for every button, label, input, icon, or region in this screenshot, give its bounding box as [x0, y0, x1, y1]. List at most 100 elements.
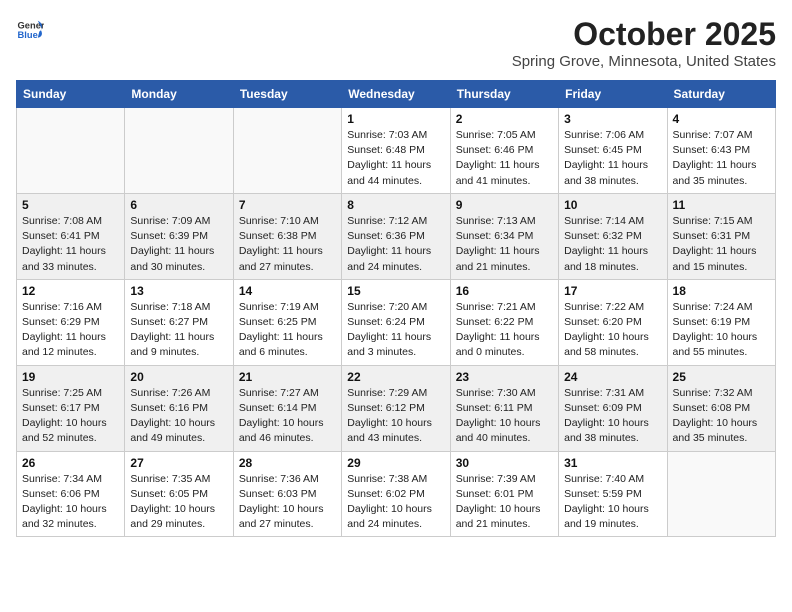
calendar-cell: 27 Sunrise: 7:35 AM Sunset: 6:05 PM Dayli…	[125, 451, 233, 537]
day-number: 3	[564, 112, 661, 126]
calendar-week-row-3: 12Sunrise: 7:16 AM Sunset: 6:29 PM Dayli…	[17, 279, 776, 365]
day-info: Sunrise: 7:35 AM Sunset: 6:05 PM Dayligh…	[130, 472, 227, 533]
day-number: 19	[22, 370, 119, 384]
calendar-cell: 28 Sunrise: 7:36 AM Sunset: 6:03 PM Dayli…	[233, 451, 341, 537]
calendar-cell: 5 Sunrise: 7:08 AM Sunset: 6:41 PM Daylig…	[17, 193, 125, 279]
calendar-cell: 22 Sunrise: 7:29 AM Sunset: 6:12 PM Dayli…	[342, 365, 450, 451]
day-info: Sunrise: 7:39 AM Sunset: 6:01 PM Dayligh…	[456, 472, 553, 533]
day-number: 10	[564, 198, 661, 212]
calendar-cell: 21 Sunrise: 7:27 AM Sunset: 6:14 PM Dayli…	[233, 365, 341, 451]
day-number: 27	[130, 456, 227, 470]
month-title: October 2025	[512, 16, 776, 53]
calendar-week-row-4: 19 Sunrise: 7:25 AM Sunset: 6:17 PM Dayli…	[17, 365, 776, 451]
day-number: 20	[130, 370, 227, 384]
day-info: Sunrise: 7:21 AM Sunset: 6:22 PM Dayligh…	[456, 300, 553, 361]
calendar-cell: 23 Sunrise: 7:30 AM Sunset: 6:11 PM Dayli…	[450, 365, 558, 451]
day-info: Sunrise: 7:07 AM Sunset: 6:43 PM Dayligh…	[673, 128, 770, 189]
calendar-cell: 2 Sunrise: 7:05 AM Sunset: 6:46 PM Daylig…	[450, 108, 558, 194]
day-info: Sunrise: 7:06 AM Sunset: 6:45 PM Dayligh…	[564, 128, 661, 189]
day-info: Sunrise: 7:13 AM Sunset: 6:34 PM Dayligh…	[456, 214, 553, 275]
calendar-cell: 10 Sunrise: 7:14 AM Sunset: 6:32 PM Dayli…	[559, 193, 667, 279]
day-info: Sunrise: 7:16 AM Sunset: 6:29 PM Dayligh…	[22, 300, 119, 361]
day-info: Sunrise: 7:29 AM Sunset: 6:12 PM Dayligh…	[347, 386, 444, 447]
weekday-header-wednesday: Wednesday	[342, 81, 450, 108]
day-info: Sunrise: 7:18 AM Sunset: 6:27 PM Dayligh…	[130, 300, 227, 361]
day-number: 24	[564, 370, 661, 384]
day-info: Sunrise: 7:25 AM Sunset: 6:17 PM Dayligh…	[22, 386, 119, 447]
calendar-cell: 8 Sunrise: 7:12 AM Sunset: 6:36 PM Daylig…	[342, 193, 450, 279]
day-number: 11	[673, 198, 770, 212]
calendar-cell: 25Sunrise: 7:32 AM Sunset: 6:08 PM Dayli…	[667, 365, 775, 451]
day-info: Sunrise: 7:27 AM Sunset: 6:14 PM Dayligh…	[239, 386, 336, 447]
weekday-header-sunday: Sunday	[17, 81, 125, 108]
day-number: 21	[239, 370, 336, 384]
day-number: 22	[347, 370, 444, 384]
day-info: Sunrise: 7:34 AM Sunset: 6:06 PM Dayligh…	[22, 472, 119, 533]
weekday-header-saturday: Saturday	[667, 81, 775, 108]
calendar-cell: 15 Sunrise: 7:20 AM Sunset: 6:24 PM Dayli…	[342, 279, 450, 365]
day-number: 13	[130, 284, 227, 298]
logo: General Blue	[16, 16, 44, 44]
day-number: 2	[456, 112, 553, 126]
weekday-header-monday: Monday	[125, 81, 233, 108]
day-info: Sunrise: 7:09 AM Sunset: 6:39 PM Dayligh…	[130, 214, 227, 275]
weekday-header-friday: Friday	[559, 81, 667, 108]
day-number: 25	[673, 370, 770, 384]
day-info: Sunrise: 7:31 AM Sunset: 6:09 PM Dayligh…	[564, 386, 661, 447]
calendar-cell: 16 Sunrise: 7:21 AM Sunset: 6:22 PM Dayli…	[450, 279, 558, 365]
calendar-cell: 24 Sunrise: 7:31 AM Sunset: 6:09 PM Dayli…	[559, 365, 667, 451]
day-number: 8	[347, 198, 444, 212]
day-info: Sunrise: 7:08 AM Sunset: 6:41 PM Dayligh…	[22, 214, 119, 275]
day-number: 6	[130, 198, 227, 212]
weekday-header-tuesday: Tuesday	[233, 81, 341, 108]
calendar-cell: 6 Sunrise: 7:09 AM Sunset: 6:39 PM Daylig…	[125, 193, 233, 279]
day-info: Sunrise: 7:26 AM Sunset: 6:16 PM Dayligh…	[130, 386, 227, 447]
day-number: 18	[673, 284, 770, 298]
calendar-cell: 7 Sunrise: 7:10 AM Sunset: 6:38 PM Daylig…	[233, 193, 341, 279]
calendar-table: SundayMondayTuesdayWednesdayThursdayFrid…	[16, 80, 776, 537]
day-number: 16	[456, 284, 553, 298]
svg-text:Blue: Blue	[18, 30, 38, 40]
calendar-cell	[233, 108, 341, 194]
calendar-week-row-1: 1Sunrise: 7:03 AM Sunset: 6:48 PM Daylig…	[17, 108, 776, 194]
day-number: 31	[564, 456, 661, 470]
day-info: Sunrise: 7:10 AM Sunset: 6:38 PM Dayligh…	[239, 214, 336, 275]
day-info: Sunrise: 7:20 AM Sunset: 6:24 PM Dayligh…	[347, 300, 444, 361]
calendar-cell: 3 Sunrise: 7:06 AM Sunset: 6:45 PM Daylig…	[559, 108, 667, 194]
calendar-week-row-2: 5 Sunrise: 7:08 AM Sunset: 6:41 PM Daylig…	[17, 193, 776, 279]
day-info: Sunrise: 7:14 AM Sunset: 6:32 PM Dayligh…	[564, 214, 661, 275]
day-info: Sunrise: 7:12 AM Sunset: 6:36 PM Dayligh…	[347, 214, 444, 275]
logo-icon: General Blue	[16, 16, 44, 44]
day-info: Sunrise: 7:15 AM Sunset: 6:31 PM Dayligh…	[673, 214, 770, 275]
day-number: 28	[239, 456, 336, 470]
day-number: 9	[456, 198, 553, 212]
day-number: 17	[564, 284, 661, 298]
location-title: Spring Grove, Minnesota, United States	[512, 53, 776, 70]
day-number: 15	[347, 284, 444, 298]
day-info: Sunrise: 7:03 AM Sunset: 6:48 PM Dayligh…	[347, 128, 444, 189]
calendar-cell: 17Sunrise: 7:22 AM Sunset: 6:20 PM Dayli…	[559, 279, 667, 365]
calendar-cell: 9 Sunrise: 7:13 AM Sunset: 6:34 PM Daylig…	[450, 193, 558, 279]
calendar-cell: 11 Sunrise: 7:15 AM Sunset: 6:31 PM Dayli…	[667, 193, 775, 279]
calendar-cell	[667, 451, 775, 537]
day-number: 30	[456, 456, 553, 470]
weekday-header-thursday: Thursday	[450, 81, 558, 108]
calendar-cell: 29Sunrise: 7:38 AM Sunset: 6:02 PM Dayli…	[342, 451, 450, 537]
calendar-cell: 18 Sunrise: 7:24 AM Sunset: 6:19 PM Dayli…	[667, 279, 775, 365]
calendar-cell: 14Sunrise: 7:19 AM Sunset: 6:25 PM Dayli…	[233, 279, 341, 365]
calendar-week-row-5: 26Sunrise: 7:34 AM Sunset: 6:06 PM Dayli…	[17, 451, 776, 537]
calendar-cell: 19 Sunrise: 7:25 AM Sunset: 6:17 PM Dayli…	[17, 365, 125, 451]
day-info: Sunrise: 7:36 AM Sunset: 6:03 PM Dayligh…	[239, 472, 336, 533]
day-info: Sunrise: 7:05 AM Sunset: 6:46 PM Dayligh…	[456, 128, 553, 189]
day-number: 23	[456, 370, 553, 384]
day-number: 5	[22, 198, 119, 212]
day-info: Sunrise: 7:38 AM Sunset: 6:02 PM Dayligh…	[347, 472, 444, 533]
calendar-cell: 26Sunrise: 7:34 AM Sunset: 6:06 PM Dayli…	[17, 451, 125, 537]
calendar-cell	[17, 108, 125, 194]
day-info: Sunrise: 7:40 AM Sunset: 5:59 PM Dayligh…	[564, 472, 661, 533]
svg-text:General: General	[18, 20, 44, 30]
day-info: Sunrise: 7:30 AM Sunset: 6:11 PM Dayligh…	[456, 386, 553, 447]
day-info: Sunrise: 7:24 AM Sunset: 6:19 PM Dayligh…	[673, 300, 770, 361]
day-number: 7	[239, 198, 336, 212]
calendar-cell	[125, 108, 233, 194]
